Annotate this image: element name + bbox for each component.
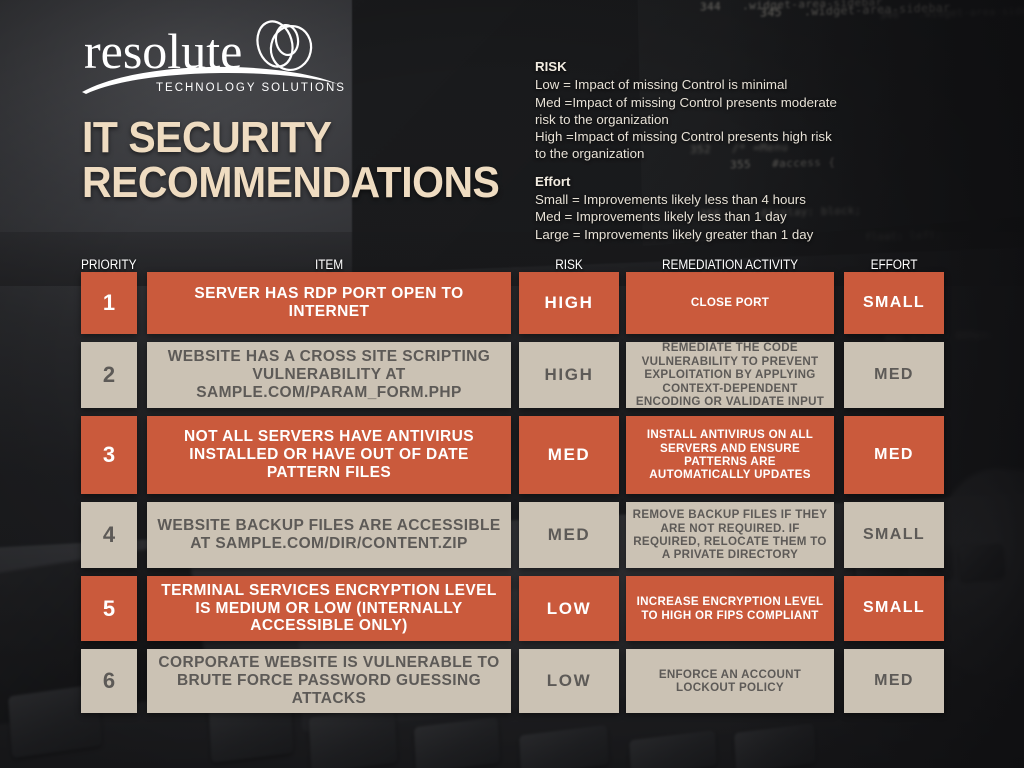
cell-item: WEBSITE HAS A CROSS SITE SCRIPTING VULNE… [147,342,511,408]
cell-effort: SMALL [844,502,944,568]
cell-remediation: ENFORCE AN ACCOUNT LOCKOUT POLICY [626,649,834,713]
cell-item: SERVER HAS RDP PORT OPEN TO INTERNET [147,272,511,334]
table-row: 5 TERMINAL SERVICES ENCRYPTION LEVEL IS … [0,576,1024,641]
recommendations-table: PRIORITY ITEM RISK REMEDIATION ACTIVITY … [0,250,1024,721]
legend-risk-line: Low = Impact of missing Control is minim… [535,77,788,93]
cell-risk: LOW [519,649,619,713]
cell-item: WEBSITE BACKUP FILES ARE ACCESSIBLE AT S… [147,502,511,568]
table-row: 6 CORPORATE WEBSITE IS VULNERABLE TO BRU… [0,649,1024,713]
cell-priority: 6 [81,649,137,713]
table-row: 4 WEBSITE BACKUP FILES ARE ACCESSIBLE AT… [0,502,1024,568]
legend-risk-line: High =Impact of missing Control presents… [535,129,832,145]
legend-effort-title: Effort [535,173,571,189]
cell-remediation: REMEDIATE THE CODE VULNERABILITY TO PREV… [626,341,834,408]
cell-effort: MED [844,649,944,713]
cell-priority: 1 [81,272,137,334]
cell-risk: MED [519,502,619,568]
column-header-risk: RISK [555,257,583,272]
cell-remediation: INCREASE ENCRYPTION LEVEL TO HIGH OR FIP… [626,576,834,641]
cell-priority: 5 [81,576,137,641]
cell-item: CORPORATE WEBSITE IS VULNERABLE TO BRUTE… [147,649,511,713]
poster-canvas: 344 .widget-area-sidebar 345 .widget-are… [0,0,1024,768]
cell-effort: MED [844,416,944,494]
page-title: IT SECURITY RECOMMENDATIONS [82,113,500,207]
legend-risk: RISK Low = Impact of missing Control is … [535,58,955,163]
page-title-line-2: RECOMMENDATIONS [82,157,500,207]
table-header-row: PRIORITY ITEM RISK REMEDIATION ACTIVITY … [0,250,1024,272]
legend-effort-line: Small = Improvements likely less than 4 … [535,191,806,207]
legend: RISK Low = Impact of missing Control is … [535,58,955,253]
page-title-line-1: IT SECURITY [82,113,332,162]
legend-risk-line: to the organization [535,146,645,162]
cell-effort: SMALL [844,272,944,334]
legend-risk-line: Med =Impact of missing Control presents … [535,94,837,110]
brand-logo: resolute TECHNOLOGY SOLUTIONS [80,18,380,102]
cell-priority: 4 [81,502,137,568]
legend-effort-line: Large = Improvements likely greater than… [535,226,814,242]
legend-risk-title: RISK [535,59,567,74]
brand-tagline: TECHNOLOGY SOLUTIONS [156,82,346,94]
cell-remediation: CLOSE PORT [626,272,834,334]
cell-effort: MED [844,342,944,408]
cell-risk: LOW [519,576,619,641]
cell-risk: HIGH [519,272,619,334]
cell-effort: SMALL [844,576,944,641]
table-row: 3 NOT ALL SERVERS HAVE ANTIVIRUS INSTALL… [0,416,1024,494]
cell-item: TERMINAL SERVICES ENCRYPTION LEVEL IS ME… [147,576,511,641]
cell-risk: MED [519,416,619,494]
cell-risk: HIGH [519,342,619,408]
legend-effort-line: Med = Improvements likely less than 1 da… [535,209,787,225]
column-header-item: ITEM [314,257,344,272]
column-header-effort: EFFORT [870,257,918,272]
column-header-priority: PRIORITY [81,257,137,272]
table-row: 1 SERVER HAS RDP PORT OPEN TO INTERNET H… [0,272,1024,334]
legend-effort: Effort Small = Improvements likely less … [535,173,955,243]
cell-priority: 2 [81,342,137,408]
cell-item: NOT ALL SERVERS HAVE ANTIVIRUS INSTALLED… [147,416,511,494]
legend-risk-line: risk to the organization [535,111,669,127]
table-row: 2 WEBSITE HAS A CROSS SITE SCRIPTING VUL… [0,341,1024,408]
cell-remediation: INSTALL ANTIVIRUS ON ALL SERVERS AND ENS… [626,416,834,494]
cell-priority: 3 [81,416,137,494]
cell-remediation: REMOVE BACKUP FILES IF THEY ARE NOT REQU… [626,502,834,568]
column-header-remediation: REMEDIATION ACTIVITY [662,257,798,272]
